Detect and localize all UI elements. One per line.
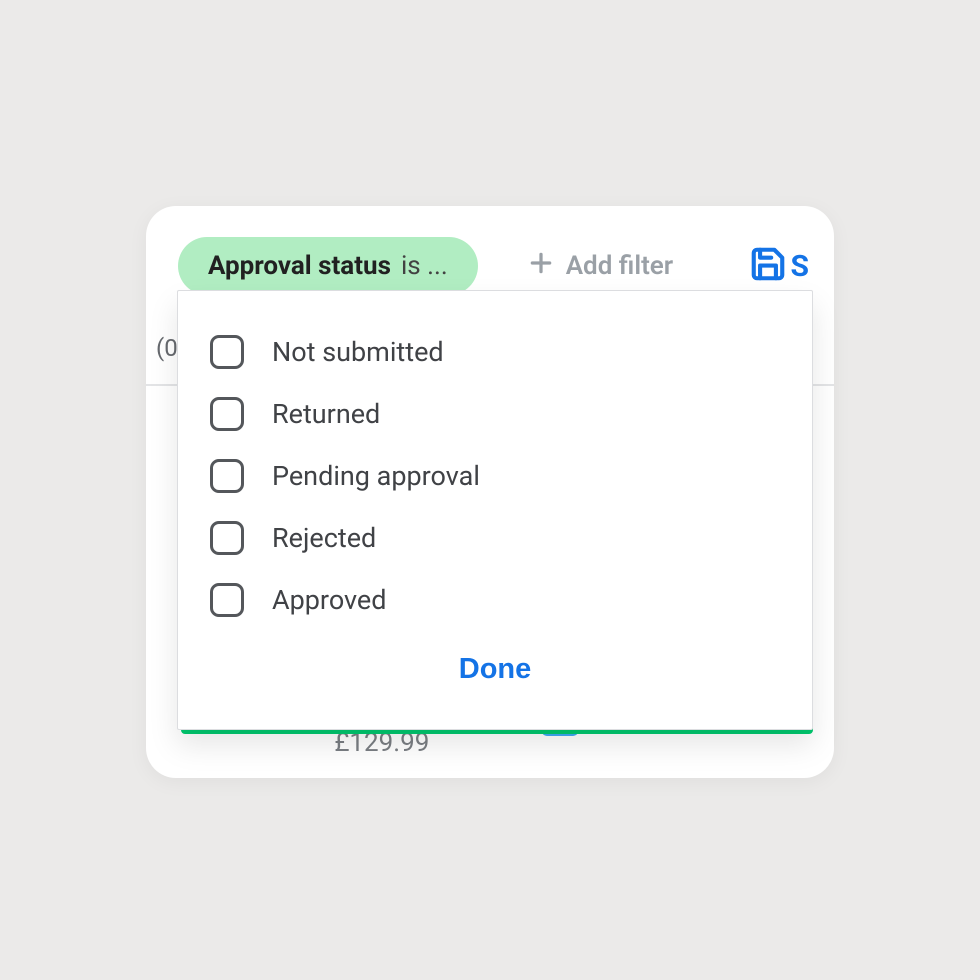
checkbox[interactable] — [210, 335, 244, 369]
checkbox[interactable] — [210, 397, 244, 431]
option-returned[interactable]: Returned — [210, 383, 780, 445]
dropdown-footer: Done — [210, 653, 780, 686]
checkbox[interactable] — [210, 583, 244, 617]
checkbox[interactable] — [210, 521, 244, 555]
checkbox[interactable] — [210, 459, 244, 493]
plus-icon — [528, 250, 554, 283]
filter-chip-field: Approval status — [208, 251, 391, 281]
save-button[interactable]: S — [749, 245, 809, 287]
option-label: Not submitted — [272, 336, 444, 368]
option-approved[interactable]: Approved — [210, 569, 780, 631]
option-label: Pending approval — [272, 460, 480, 492]
option-pending-approval[interactable]: Pending approval — [210, 445, 780, 507]
approval-status-dropdown: Not submitted Returned Pending approval … — [177, 290, 813, 730]
option-label: Approved — [272, 584, 386, 616]
done-button[interactable]: Done — [459, 653, 532, 686]
option-not-submitted[interactable]: Not submitted — [210, 321, 780, 383]
filter-chip-approval-status[interactable]: Approval status is ... — [178, 237, 478, 295]
option-label: Returned — [272, 398, 380, 430]
add-filter-button[interactable]: Add filter — [528, 250, 673, 283]
filter-chip-relation: is ... — [401, 251, 448, 281]
truncated-text: S — [791, 249, 809, 284]
save-icon — [749, 245, 787, 287]
add-filter-label: Add filter — [566, 251, 673, 281]
option-label: Rejected — [272, 522, 376, 554]
option-rejected[interactable]: Rejected — [210, 507, 780, 569]
